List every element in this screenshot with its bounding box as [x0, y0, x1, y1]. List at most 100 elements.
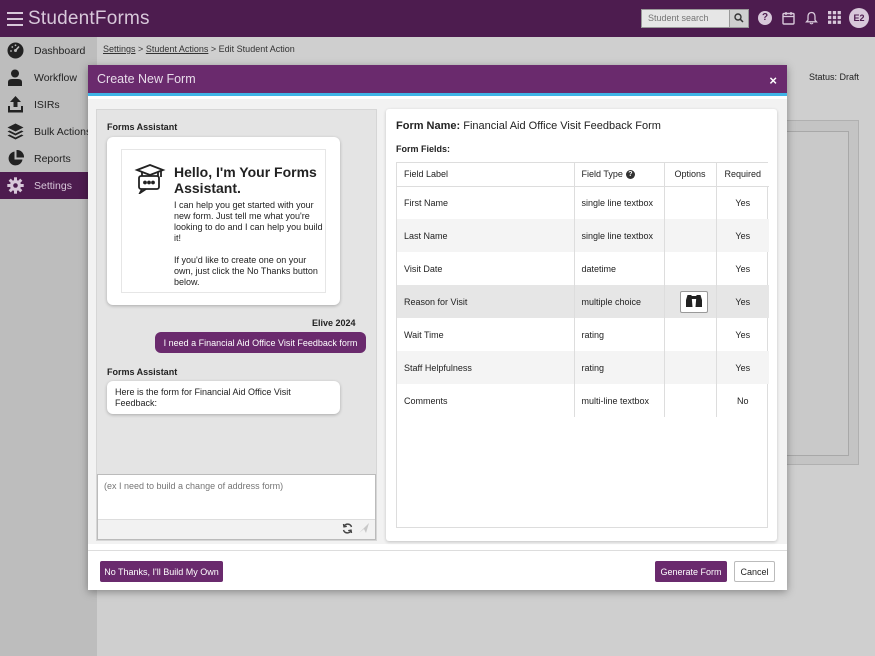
- help-icon[interactable]: ?: [625, 170, 635, 180]
- student-search-input[interactable]: [642, 9, 729, 27]
- column-header-required: Required: [716, 163, 769, 187]
- assistant-label: Forms Assistant: [107, 122, 178, 132]
- welcome-no-thanks-hint: If you'd like to create one on your own,…: [174, 255, 318, 287]
- user-name: Elive 2024: [312, 318, 356, 328]
- search-icon[interactable]: [729, 9, 748, 27]
- table-row[interactable]: Comments multi-line textbox No: [397, 384, 769, 417]
- upload-icon: [6, 96, 24, 114]
- person-icon: [6, 69, 24, 87]
- modal-title: Create New Form: [97, 72, 196, 86]
- help-icon[interactable]: ?: [758, 11, 772, 25]
- form-name: Form Name: Financial Aid Office Visit Fe…: [396, 120, 661, 132]
- modal-header: Create New Form ×: [88, 65, 787, 96]
- field-label: Visit Date: [397, 252, 575, 285]
- bell-icon[interactable]: [804, 11, 818, 25]
- field-label: Wait Time: [397, 318, 575, 351]
- breadcrumb-student-actions[interactable]: Student Actions: [146, 44, 209, 54]
- sidebar-item-workflow[interactable]: Workflow: [0, 64, 97, 91]
- chat-input-box: [97, 474, 376, 540]
- field-options: [664, 186, 717, 219]
- table-row[interactable]: Reason for Visit multiple choice Yes: [397, 285, 769, 318]
- field-required: Yes: [735, 263, 751, 274]
- table-row[interactable]: Staff Helpfulness rating Yes: [397, 351, 769, 384]
- hamburger-menu-icon[interactable]: [7, 11, 23, 26]
- welcome-card: Hello, I'm Your Forms Assistant. I can h…: [121, 149, 326, 293]
- field-required: Yes: [735, 197, 751, 208]
- field-type: rating: [574, 318, 665, 351]
- sidebar-item-bulk-actions[interactable]: Bulk Actions: [0, 118, 97, 145]
- dashboard-icon: [6, 42, 24, 60]
- sidebar-item-label: Bulk Actions: [34, 125, 92, 138]
- layers-icon: [6, 123, 24, 141]
- user-message: I need a Financial Aid Office Visit Feed…: [155, 332, 366, 353]
- refresh-icon[interactable]: [342, 523, 353, 537]
- background-panel-inner: [785, 131, 849, 456]
- modal-footer: No Thanks, I'll Build My Own Generate Fo…: [88, 550, 787, 590]
- breadcrumb-current: Edit Student Action: [218, 44, 295, 54]
- sidebar-item-label: Workflow: [34, 71, 77, 84]
- field-type: rating: [574, 351, 665, 384]
- binoculars-icon: [685, 294, 703, 310]
- assistant-reply: Here is the form for Financial Aid Offic…: [107, 381, 340, 414]
- column-header-field-type: Field Type?: [574, 163, 665, 187]
- cancel-button[interactable]: Cancel: [734, 561, 775, 582]
- form-fields-table: Field Label Field Type? Options Required…: [396, 162, 769, 528]
- field-type: multiple choice: [574, 285, 665, 318]
- field-required: Yes: [735, 329, 751, 340]
- field-label: Reason for Visit: [397, 285, 575, 318]
- sidebar-item-isirs[interactable]: ISIRs: [0, 91, 97, 118]
- forms-assistant-chat: Forms Assistant Hello, I'm Your Forms As…: [96, 109, 377, 541]
- graduation-cap-chat-icon: [134, 162, 166, 197]
- chat-input[interactable]: [98, 475, 375, 519]
- sidebar: Dashboard Workflow ISIRs Bulk Actions Re…: [0, 37, 97, 656]
- no-thanks-button[interactable]: No Thanks, I'll Build My Own: [100, 561, 223, 582]
- sidebar-item-dashboard[interactable]: Dashboard: [0, 37, 97, 64]
- form-fields-label: Form Fields:: [396, 144, 451, 154]
- table-header-row: Field Label Field Type? Options Required: [397, 163, 769, 187]
- field-options: [664, 384, 717, 417]
- close-icon[interactable]: ×: [769, 73, 777, 88]
- sidebar-item-label: ISIRs: [34, 98, 60, 111]
- field-label: Staff Helpfulness: [397, 351, 575, 384]
- table-row[interactable]: First Name single line textbox Yes: [397, 186, 769, 219]
- field-options: [664, 351, 717, 384]
- field-type: single line textbox: [574, 219, 665, 252]
- field-required: Yes: [716, 219, 769, 252]
- form-name-value: Financial Aid Office Visit Feedback Form: [463, 120, 661, 132]
- field-label: Last Name: [397, 219, 575, 252]
- field-options: [664, 252, 717, 285]
- calendar-icon[interactable]: [781, 11, 795, 25]
- assistant-label: Forms Assistant: [107, 367, 178, 377]
- gear-icon: [6, 177, 24, 195]
- table-row[interactable]: Wait Time rating Yes: [397, 318, 769, 351]
- breadcrumb: Settings > Student Actions > Edit Studen…: [103, 44, 295, 54]
- welcome-intro: I can help you get started with your new…: [174, 200, 323, 243]
- field-type: multi-line textbox: [574, 384, 665, 417]
- chat-input-toolbar: [98, 519, 375, 539]
- send-icon[interactable]: [359, 523, 369, 536]
- field-label: First Name: [397, 186, 575, 219]
- view-options-button[interactable]: [679, 290, 708, 313]
- field-required: No: [736, 395, 749, 406]
- breadcrumb-settings[interactable]: Settings: [103, 44, 136, 54]
- app-brand[interactable]: StudentForms: [28, 8, 150, 30]
- table-row[interactable]: Last Name single line textbox Yes: [397, 219, 769, 252]
- assistant-hello: Hello, I'm Your Forms Assistant.: [174, 164, 317, 196]
- apps-grid-icon[interactable]: [827, 11, 841, 25]
- top-bar: StudentForms ? E2: [0, 0, 875, 37]
- generate-form-button[interactable]: Generate Form: [655, 561, 727, 582]
- table-row[interactable]: Visit Date datetime Yes: [397, 252, 769, 285]
- assistant-reply-text: Here is the form for Financial Aid Offic…: [115, 387, 291, 408]
- form-preview-panel: Form Name: Financial Aid Office Visit Fe…: [386, 109, 777, 541]
- modal-body: Forms Assistant Hello, I'm Your Forms As…: [88, 99, 787, 544]
- form-name-label: Form Name:: [396, 120, 461, 132]
- sidebar-item-settings[interactable]: Settings: [0, 172, 97, 199]
- sidebar-item-label: Reports: [34, 152, 71, 165]
- field-required: Yes: [716, 351, 769, 384]
- field-options: [664, 285, 717, 318]
- field-options: [664, 318, 717, 351]
- student-search: [641, 8, 749, 28]
- field-type: single line textbox: [574, 186, 665, 219]
- sidebar-item-reports[interactable]: Reports: [0, 145, 97, 172]
- user-avatar[interactable]: E2: [849, 8, 869, 28]
